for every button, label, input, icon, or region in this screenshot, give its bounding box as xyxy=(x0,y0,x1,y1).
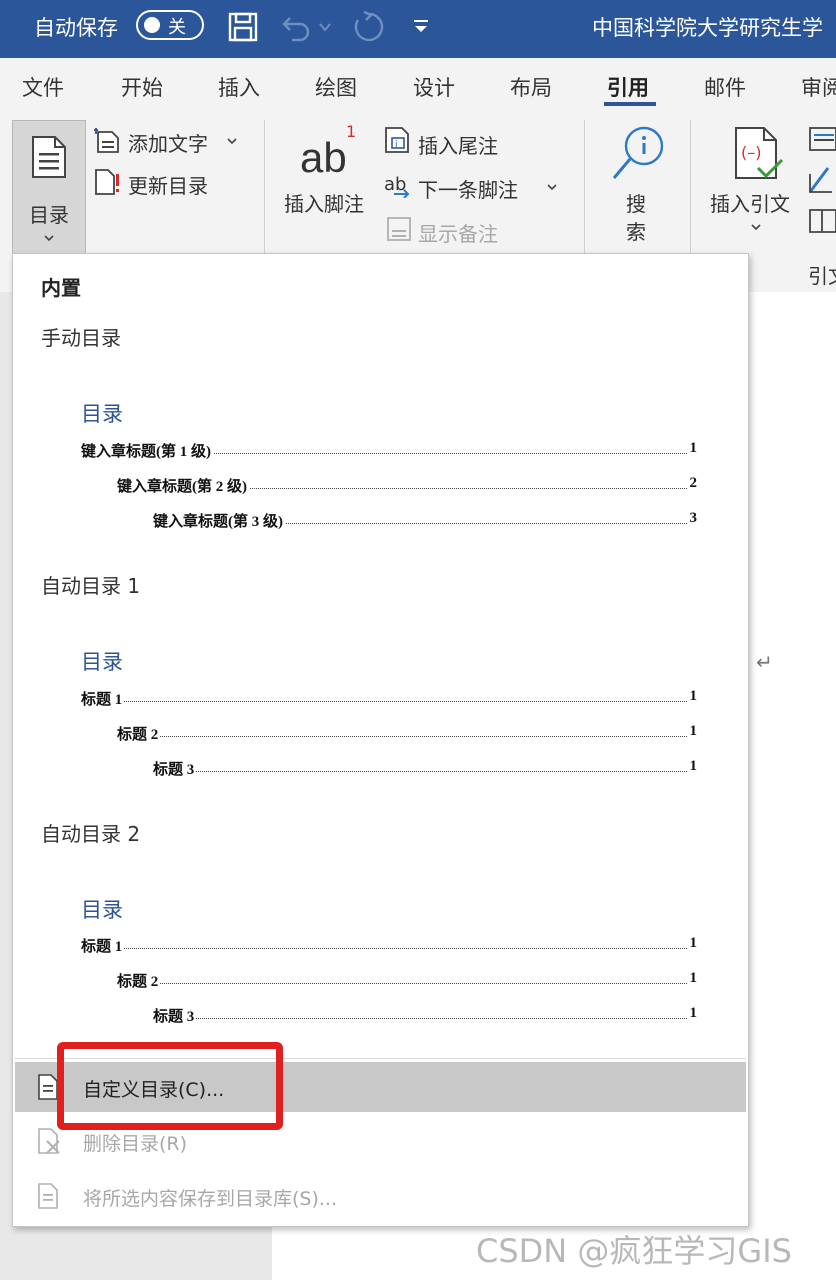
insert-citation-button[interactable]: 插入引文 xyxy=(710,188,790,217)
remove-toc-label: 删除目录(R) xyxy=(83,1133,188,1155)
tab-references[interactable]: 引用 xyxy=(607,72,649,102)
group-separator xyxy=(584,120,585,260)
undo-dropdown-icon[interactable] xyxy=(318,20,332,34)
autosave-toggle[interactable]: 关 xyxy=(136,10,204,40)
next-footnote-chevron-icon[interactable] xyxy=(546,182,558,192)
tab-insert[interactable]: 插入 xyxy=(218,72,260,102)
group-separator xyxy=(264,120,265,260)
autosave-state: 关 xyxy=(168,17,186,38)
title-bar: 自动保存 关 中国科学院大学研究生学 xyxy=(0,0,836,58)
toc-preview-heading: 目录 xyxy=(81,898,123,922)
next-footnote-button[interactable]: 下一条脚注 xyxy=(418,174,518,203)
insert-endnote-icon[interactable]: i xyxy=(384,126,412,154)
tab-layout[interactable]: 布局 xyxy=(510,72,552,102)
group-separator xyxy=(690,120,691,260)
toc-preview-entry: 键入章标题(第 2 级) 2 xyxy=(117,475,697,496)
update-toc-button[interactable]: 更新目录 xyxy=(128,170,208,199)
footnote-superscript: 1 xyxy=(346,122,357,141)
add-text-button[interactable]: 添加文字 xyxy=(128,128,208,157)
toggle-knob xyxy=(144,17,160,33)
save-to-gallery-label: 将所选内容保存到目录库(S)... xyxy=(83,1188,338,1210)
insert-endnote-button[interactable]: 插入尾注 xyxy=(418,130,498,159)
toc-preview-heading: 目录 xyxy=(81,650,123,674)
gallery-title-auto-2: 自动目录 2 xyxy=(41,822,141,846)
update-toc-icon[interactable] xyxy=(94,168,122,196)
next-footnote-icon[interactable]: ab xyxy=(384,172,414,198)
tab-mailings[interactable]: 邮件 xyxy=(704,72,746,102)
tab-review[interactable]: 审阅 xyxy=(801,72,836,102)
save-to-gallery-icon xyxy=(38,1183,58,1209)
tab-draw[interactable]: 绘图 xyxy=(315,72,357,102)
remove-toc-icon xyxy=(38,1128,60,1154)
svg-text:(–): (–) xyxy=(741,143,761,162)
custom-toc-icon xyxy=(38,1074,58,1100)
save-icon[interactable] xyxy=(226,10,260,44)
search-button-line2[interactable]: 索 xyxy=(626,216,646,245)
toc-preview-entry: 标题 2 1 xyxy=(117,723,697,744)
add-text-chevron-icon[interactable] xyxy=(226,136,238,146)
save-selection-to-gallery-menu-item: 将所选内容保存到目录库(S)... xyxy=(15,1171,746,1221)
customize-toolbar-icon[interactable] xyxy=(412,18,430,36)
footnote-icon[interactable]: ab xyxy=(300,134,347,182)
add-text-icon[interactable] xyxy=(94,126,120,154)
toc-preview-entry: 标题 1 1 xyxy=(81,935,697,956)
show-notes-icon xyxy=(387,217,411,241)
toc-preview-entry: 标题 2 1 xyxy=(117,970,697,991)
insert-footnote-button[interactable]: 插入脚注 xyxy=(284,188,364,217)
toc-preview-entry: 标题 1 1 xyxy=(81,688,697,709)
show-notes-button: 显示备注 xyxy=(418,222,498,246)
toc-preview-entry: 标题 3 1 xyxy=(153,758,697,779)
gallery-title-manual: 手动目录 xyxy=(41,326,121,350)
document-title: 中国科学院大学研究生学 xyxy=(592,16,823,40)
paragraph-mark: ↵ xyxy=(756,650,773,674)
svg-text:ab: ab xyxy=(384,174,406,195)
gallery-title-auto-1: 自动目录 1 xyxy=(41,574,141,598)
insert-citation-chevron-icon[interactable] xyxy=(750,222,762,232)
active-tab-indicator xyxy=(604,102,656,106)
tab-design[interactable]: 设计 xyxy=(413,72,455,102)
autosave-label: 自动保存 xyxy=(34,16,118,40)
watermark: CSDN @疯狂学习GIS xyxy=(476,1232,792,1270)
redo-icon[interactable] xyxy=(350,10,384,44)
toc-preview-entry: 标题 3 1 xyxy=(153,1005,697,1026)
toc-preview-entry: 键入章标题(第 1 级) 1 xyxy=(81,440,697,461)
svg-text:i: i xyxy=(395,140,398,150)
tab-file[interactable]: 文件 xyxy=(22,72,64,102)
toc-icon xyxy=(32,136,66,178)
insert-citation-icon[interactable]: (–) xyxy=(730,124,784,182)
menu-section-header: 内置 xyxy=(41,276,81,300)
search-button-line1[interactable]: 搜 xyxy=(626,188,646,217)
style-icon[interactable] xyxy=(808,164,836,194)
manage-sources-icon[interactable] xyxy=(808,126,836,152)
toc-preview-heading: 目录 xyxy=(81,402,123,426)
search-icon[interactable] xyxy=(608,124,668,184)
toc-button-label: 目录 xyxy=(29,203,69,227)
ribbon-tabs: 文件 开始 插入 绘图 设计 布局 引用 邮件 审阅 xyxy=(0,58,836,110)
toc-preview-entry: 键入章标题(第 3 级) 3 xyxy=(153,510,697,531)
tab-home[interactable]: 开始 xyxy=(121,72,163,102)
annotation-highlight-box xyxy=(57,1042,283,1130)
toc-button[interactable]: 目录 xyxy=(12,120,86,262)
undo-icon[interactable] xyxy=(280,10,314,44)
citations-group-label: 引文 xyxy=(808,264,836,288)
chevron-down-icon xyxy=(44,235,54,242)
bibliography-icon[interactable] xyxy=(808,206,836,236)
